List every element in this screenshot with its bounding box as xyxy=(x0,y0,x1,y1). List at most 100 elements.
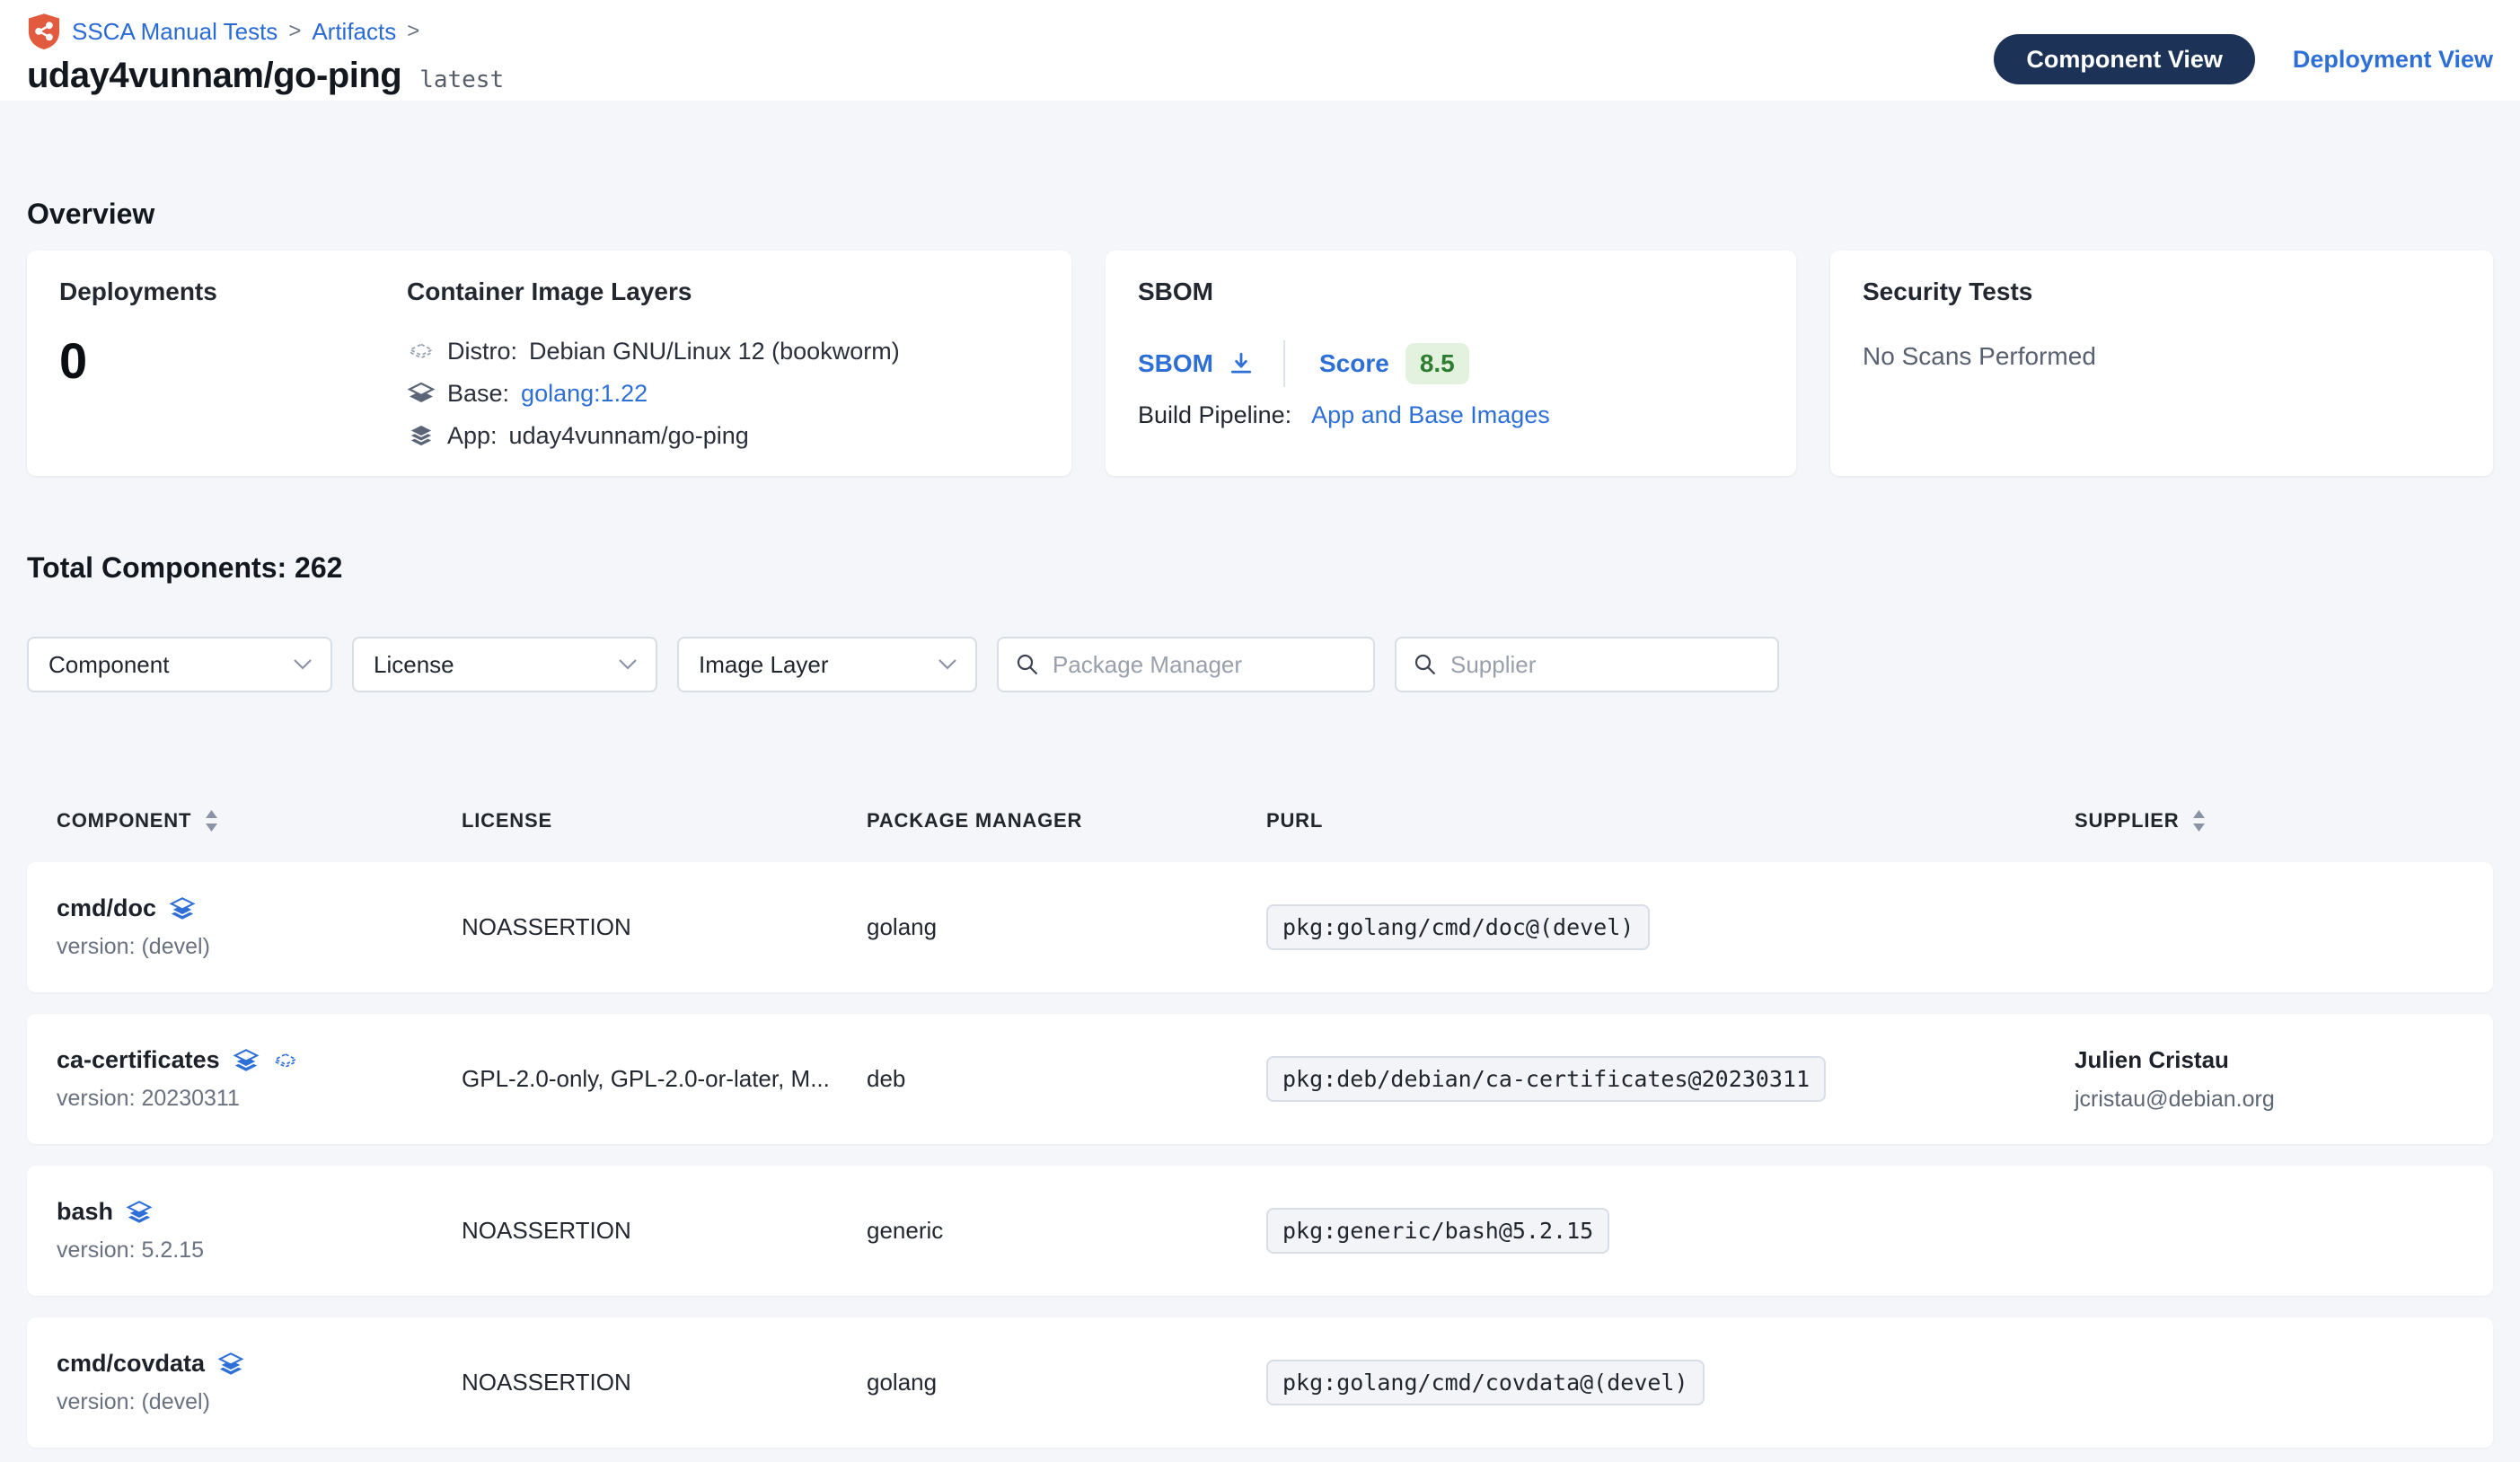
dropdown-label: Image Layer xyxy=(699,651,829,679)
sbom-download-link[interactable]: SBOM xyxy=(1138,349,1255,378)
component-filter-dropdown[interactable]: Component xyxy=(27,637,332,692)
download-icon xyxy=(1228,350,1255,377)
vertical-divider xyxy=(1283,340,1285,387)
search-icon xyxy=(1015,652,1040,677)
purl-badge: pkg:golang/cmd/doc@(devel) xyxy=(1266,904,1650,950)
purl-badge: pkg:deb/debian/ca-certificates@20230311 xyxy=(1266,1056,1826,1102)
sbom-score-link[interactable]: Score xyxy=(1319,349,1389,378)
dropdown-label: Component xyxy=(48,651,169,679)
build-pipeline-link[interactable]: App and Base Images xyxy=(1311,401,1550,429)
header-purl: PURL xyxy=(1266,809,2075,832)
layer-label: Base: xyxy=(447,380,509,408)
sort-icon[interactable] xyxy=(204,809,219,832)
package-manager-cell: golang xyxy=(867,913,1266,941)
supplier-email: jcristau@debian.org xyxy=(2075,1087,2493,1113)
artifact-detail-page: SSCA Manual Tests > Artifacts > uday4vun… xyxy=(0,0,2520,1462)
breadcrumb-link-project[interactable]: SSCA Manual Tests xyxy=(72,18,278,46)
content-area: Overview Deployments 0 Container Image L… xyxy=(0,198,2520,1448)
header-left: SSCA Manual Tests > Artifacts > uday4vun… xyxy=(27,13,504,101)
sbom-score-badge: 8.5 xyxy=(1405,343,1469,384)
component-version: version: (devel) xyxy=(57,934,462,960)
sbom-card: SBOM SBOM Score 8.5 xyxy=(1106,251,1796,476)
table-row[interactable]: ca-certificates xyxy=(27,1014,2493,1144)
purl-badge: pkg:generic/bash@5.2.15 xyxy=(1266,1208,1609,1254)
security-tests-status: No Scans Performed xyxy=(1863,342,2461,371)
supplier-name: Julien Cristau xyxy=(2075,1046,2493,1074)
top-bar: SSCA Manual Tests > Artifacts > uday4vun… xyxy=(0,0,2520,101)
sbom-download-label: SBOM xyxy=(1138,349,1213,378)
component-cell: ca-certificates xyxy=(57,1046,462,1112)
layers-blue-icon xyxy=(233,1047,260,1074)
breadcrumb-separator: > xyxy=(407,19,419,44)
header-package-manager: PACKAGE MANAGER xyxy=(867,809,1266,832)
purl-cell: pkg:deb/debian/ca-certificates@20230311 xyxy=(1266,1056,2075,1102)
table-row[interactable]: bash version: 5.2.15 NOASSERTION generic… xyxy=(27,1166,2493,1296)
deployment-view-button[interactable]: Deployment View xyxy=(2293,46,2493,74)
artifact-tag: latest xyxy=(419,66,504,93)
component-version: version: 20230311 xyxy=(57,1086,462,1112)
component-name: bash xyxy=(57,1198,113,1226)
overview-cards: Deployments 0 Container Image Layers xyxy=(27,251,2493,476)
component-version: version: (devel) xyxy=(57,1389,462,1415)
sort-icon[interactable] xyxy=(2191,809,2207,832)
search-icon xyxy=(1413,652,1438,677)
base-image-link[interactable]: golang:1.22 xyxy=(521,380,648,408)
table-row[interactable]: cmd/doc version: (devel) NOASSERTION gol… xyxy=(27,862,2493,992)
supplier-search-input[interactable] xyxy=(1450,651,1761,679)
package-manager-search-input[interactable] xyxy=(1053,651,1357,679)
title-row: uday4vunnam/go-ping latest xyxy=(27,56,504,96)
package-manager-cell: golang xyxy=(867,1369,1266,1396)
purl-cell: pkg:golang/cmd/covdata@(devel) xyxy=(1266,1360,2075,1405)
layer-value: Debian GNU/Linux 12 (bookworm) xyxy=(529,338,900,366)
layers-dashed-outline-icon xyxy=(407,337,436,366)
table-header: COMPONENT LICENSE PACKAGE MANAGER PURL S… xyxy=(27,798,2493,843)
breadcrumb: SSCA Manual Tests > Artifacts > xyxy=(27,13,504,50)
layers-base-icon xyxy=(407,379,436,408)
overview-heading: Overview xyxy=(27,198,2493,231)
breadcrumb-separator: > xyxy=(288,19,301,44)
license-cell: GPL-2.0-only, GPL-2.0-or-later, M... xyxy=(462,1065,867,1093)
license-cell: NOASSERTION xyxy=(462,913,867,941)
view-toggle: Component View Deployment View xyxy=(1994,34,2493,84)
component-name: ca-certificates xyxy=(57,1046,220,1074)
package-manager-search xyxy=(997,637,1375,692)
ssca-shield-logo-icon xyxy=(27,13,61,50)
image-layer-filter-dropdown[interactable]: Image Layer xyxy=(677,637,977,692)
layers-blue-icon xyxy=(217,1351,244,1378)
header-license: LICENSE xyxy=(462,809,867,832)
license-cell: NOASSERTION xyxy=(462,1217,867,1245)
sbom-card-title: SBOM xyxy=(1138,277,1764,306)
component-cell: cmd/doc version: (devel) xyxy=(57,894,462,960)
purl-cell: pkg:golang/cmd/doc@(devel) xyxy=(1266,904,2075,950)
table-row[interactable]: cmd/covdata version: (devel) NOASSERTION… xyxy=(27,1317,2493,1448)
deployments-layers-card: Deployments 0 Container Image Layers xyxy=(27,251,1071,476)
header-supplier: SUPPLIER xyxy=(2075,809,2493,832)
chevron-down-icon xyxy=(293,658,313,671)
header-component: COMPONENT xyxy=(57,809,462,832)
component-view-button[interactable]: Component View xyxy=(1994,34,2255,84)
purl-cell: pkg:generic/bash@5.2.15 xyxy=(1266,1208,2075,1254)
sbom-row: SBOM Score 8.5 xyxy=(1138,339,1764,389)
security-tests-card: Security Tests No Scans Performed xyxy=(1830,251,2493,476)
chevron-down-icon xyxy=(938,658,957,671)
layer-item-distro: Distro: Debian GNU/Linux 12 (bookworm) xyxy=(407,337,900,366)
deployments-block: Deployments 0 xyxy=(59,277,407,449)
dropdown-label: License xyxy=(374,651,454,679)
breadcrumb-link-artifacts[interactable]: Artifacts xyxy=(312,18,396,46)
layers-dashed-outline-blue-icon xyxy=(272,1047,299,1074)
layers-blue-icon xyxy=(169,895,196,922)
license-filter-dropdown[interactable]: License xyxy=(352,637,657,692)
supplier-cell: Julien Cristau jcristau@debian.org xyxy=(2075,1046,2493,1113)
purl-badge: pkg:golang/cmd/covdata@(devel) xyxy=(1266,1360,1705,1405)
package-manager-cell: generic xyxy=(867,1217,1266,1245)
container-image-layers-title: Container Image Layers xyxy=(407,277,900,306)
layers-blue-icon xyxy=(126,1199,153,1226)
layer-list: Distro: Debian GNU/Linux 12 (bookworm) B… xyxy=(407,337,900,450)
component-name: cmd/doc xyxy=(57,894,156,922)
layer-value: uday4vunnam/go-ping xyxy=(509,422,749,450)
layers-filled-icon xyxy=(407,421,436,450)
layer-label: App: xyxy=(447,422,498,450)
supplier-search xyxy=(1395,637,1779,692)
component-version: version: 5.2.15 xyxy=(57,1237,462,1264)
layer-label: Distro: xyxy=(447,338,517,366)
